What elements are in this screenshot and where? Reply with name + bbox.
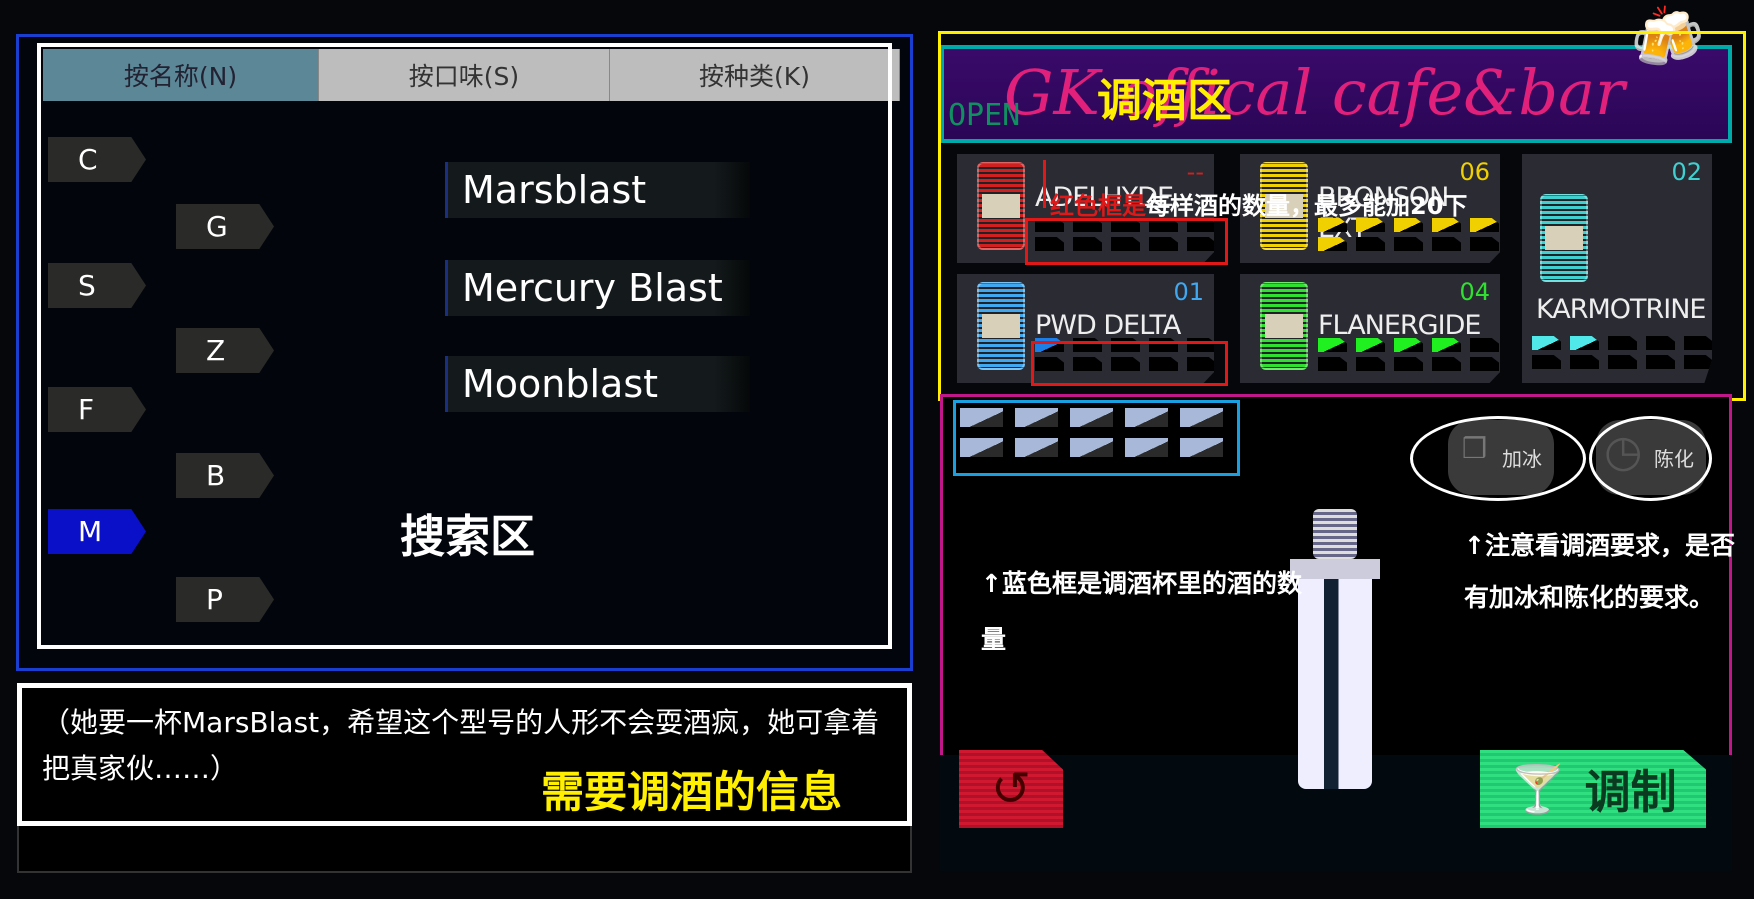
count-highlight: [1025, 218, 1228, 265]
reset-button[interactable]: ↺: [959, 750, 1063, 828]
dialogue-footer: [17, 826, 912, 873]
shaker-icon: 🍸: [1509, 761, 1567, 816]
dialogue-info-label: 需要调酒的信息: [541, 768, 842, 818]
undo-icon: ↺: [990, 761, 1032, 817]
glass-note: ↑蓝色框是调酒杯里的酒的数量: [981, 569, 1302, 654]
age-highlight: [1589, 416, 1712, 501]
glass-highlight: [953, 400, 1240, 476]
count-highlight: [1031, 341, 1228, 386]
count-note: 红色框是每样酒的数量，最多能加20下: [1050, 192, 1468, 220]
mix-button[interactable]: 🍸 调制: [1480, 750, 1706, 828]
search-area-label: 搜索区: [400, 510, 536, 563]
red-arrow-icon: [1043, 160, 1046, 208]
requirement-note: ↑注意看调酒要求，是否有加冰和陈化的要求。: [1464, 531, 1735, 612]
ice-highlight: [1410, 416, 1586, 501]
